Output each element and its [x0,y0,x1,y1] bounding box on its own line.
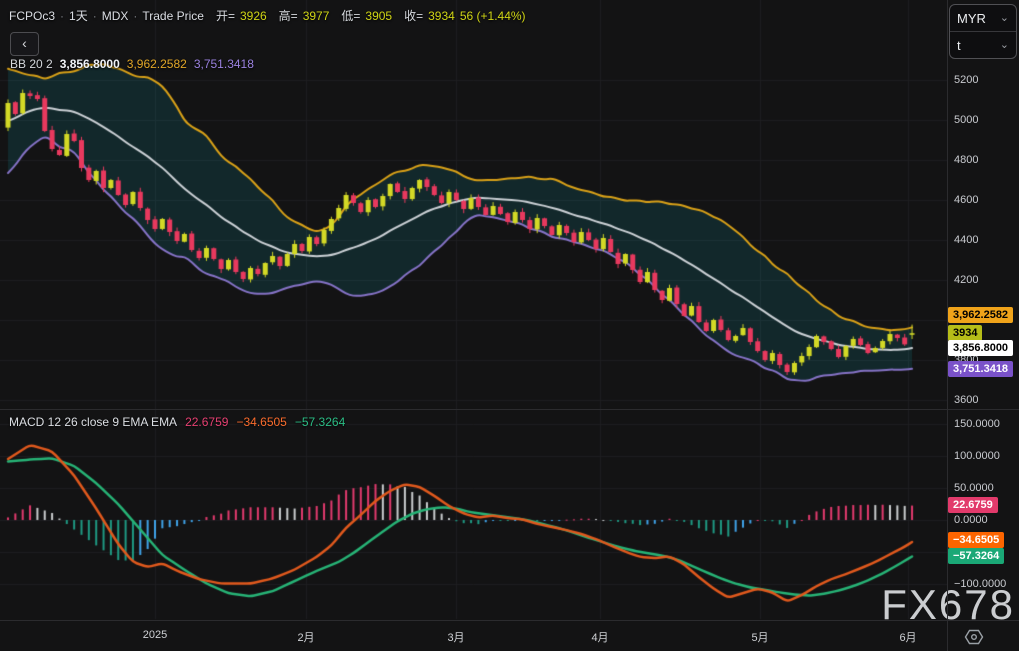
macd-tag: 22.6759 [948,497,998,513]
open-label: 开= [215,9,235,23]
price-tick-label: 4600 [954,194,979,206]
bb-basis-value: 3,856.8000 [59,57,120,71]
separator-dot: · [92,8,97,23]
high-label: 高= [278,9,298,23]
low-label: 低= [341,9,361,23]
price-tag: 3,962.2582 [948,307,1014,323]
price-tick-label: 3600 [954,394,979,406]
close-value: 3934 [428,8,455,23]
separator-dot: · [133,8,138,23]
unit-dropdown[interactable]: t ⌄ [950,31,1016,58]
chevron-down-icon: ⌄ [999,39,1009,51]
trading-chart-app: FCPOc3 · 1天 · MDX · Trade Price 开= 3926 高… [0,0,1019,651]
currency-dropdown[interactable]: MYR ⌄ [950,5,1016,31]
price-tag: 3934 [948,325,983,341]
scale-settings-panel: MYR ⌄ t ⌄ [949,4,1017,59]
price-tick-label: 5200 [954,74,979,86]
macd-tag: −57.3264 [948,548,1005,564]
time-axis[interactable]: 2025 2月 3月 4月 5月 6月 [0,620,1019,651]
separator-dot: · [60,8,65,23]
symbol-name[interactable]: FCPOc3 [9,9,55,23]
hexagon-logo-icon[interactable] [964,628,984,651]
axis-vertical-border [947,0,948,651]
low-value: 3905 [365,8,393,23]
macd-tag: −34.6505 [948,532,1005,548]
chevron-left-icon: ‹ [22,35,27,51]
bb-indicator-label: BB 20 2 [10,57,53,71]
price-tag: 3,856.8000 [948,340,1014,356]
price-tick-label: 4800 [954,154,979,166]
time-tick-label: 5月 [751,632,769,644]
bb-upper-value: 3,962.2582 [126,57,187,71]
close-label: 收= [404,9,424,23]
bollinger-legend-row[interactable]: BB 20 2 3,856.8000 3,962.2582 3,751.3418 [10,57,254,71]
price-tick-label: 5000 [954,114,979,126]
currency-value: MYR [957,10,986,26]
macd-tick-label: 0.0000 [954,514,988,526]
open-value: 3926 [239,8,267,23]
time-tick-label: 2025 [142,629,168,641]
time-tick-label: 6月 [899,632,917,644]
bb-lower-value: 3,751.3418 [193,57,254,71]
macd-signal-value: −57.3264 [294,415,346,429]
time-tick-label: 4月 [591,632,609,644]
interval-label[interactable]: 1天 [69,7,88,24]
right-price-axis[interactable]: 520050004800460044004200400038003600150.… [947,0,1019,620]
pane-separator[interactable] [0,409,1019,410]
price-tick-label: 4400 [954,234,979,246]
macd-indicator-label: MACD 12 26 close 9 EMA EMA [9,415,178,429]
candlestick-chart-canvas[interactable] [0,0,947,620]
macd-hist-value: 22.6759 [185,415,229,429]
macd-legend-row[interactable]: MACD 12 26 close 9 EMA EMA 22.6759 −34.6… [9,415,345,429]
back-button[interactable]: ‹ [10,32,39,56]
price-tag: 3,751.3418 [948,361,1014,377]
exchange-label: MDX [101,8,129,23]
chart-legend-header[interactable]: FCPOc3 · 1天 · MDX · Trade Price 开= 3926 高… [9,7,526,24]
macd-tick-label: 50.0000 [954,482,994,494]
price-tick-label: 4200 [954,274,979,286]
unit-value: t [957,37,961,53]
time-tick-label: 2月 [297,632,315,644]
macd-line-value: −34.6505 [236,415,287,429]
macd-tick-label: 100.0000 [954,450,1000,462]
macd-tick-label: 150.0000 [954,418,1000,430]
series-type-label: Trade Price [142,8,204,23]
chevron-down-icon: ⌄ [999,12,1009,24]
time-tick-label: 3月 [447,632,465,644]
high-value: 3977 [302,8,330,23]
change-value: 56 (+1.44%) [459,8,526,23]
